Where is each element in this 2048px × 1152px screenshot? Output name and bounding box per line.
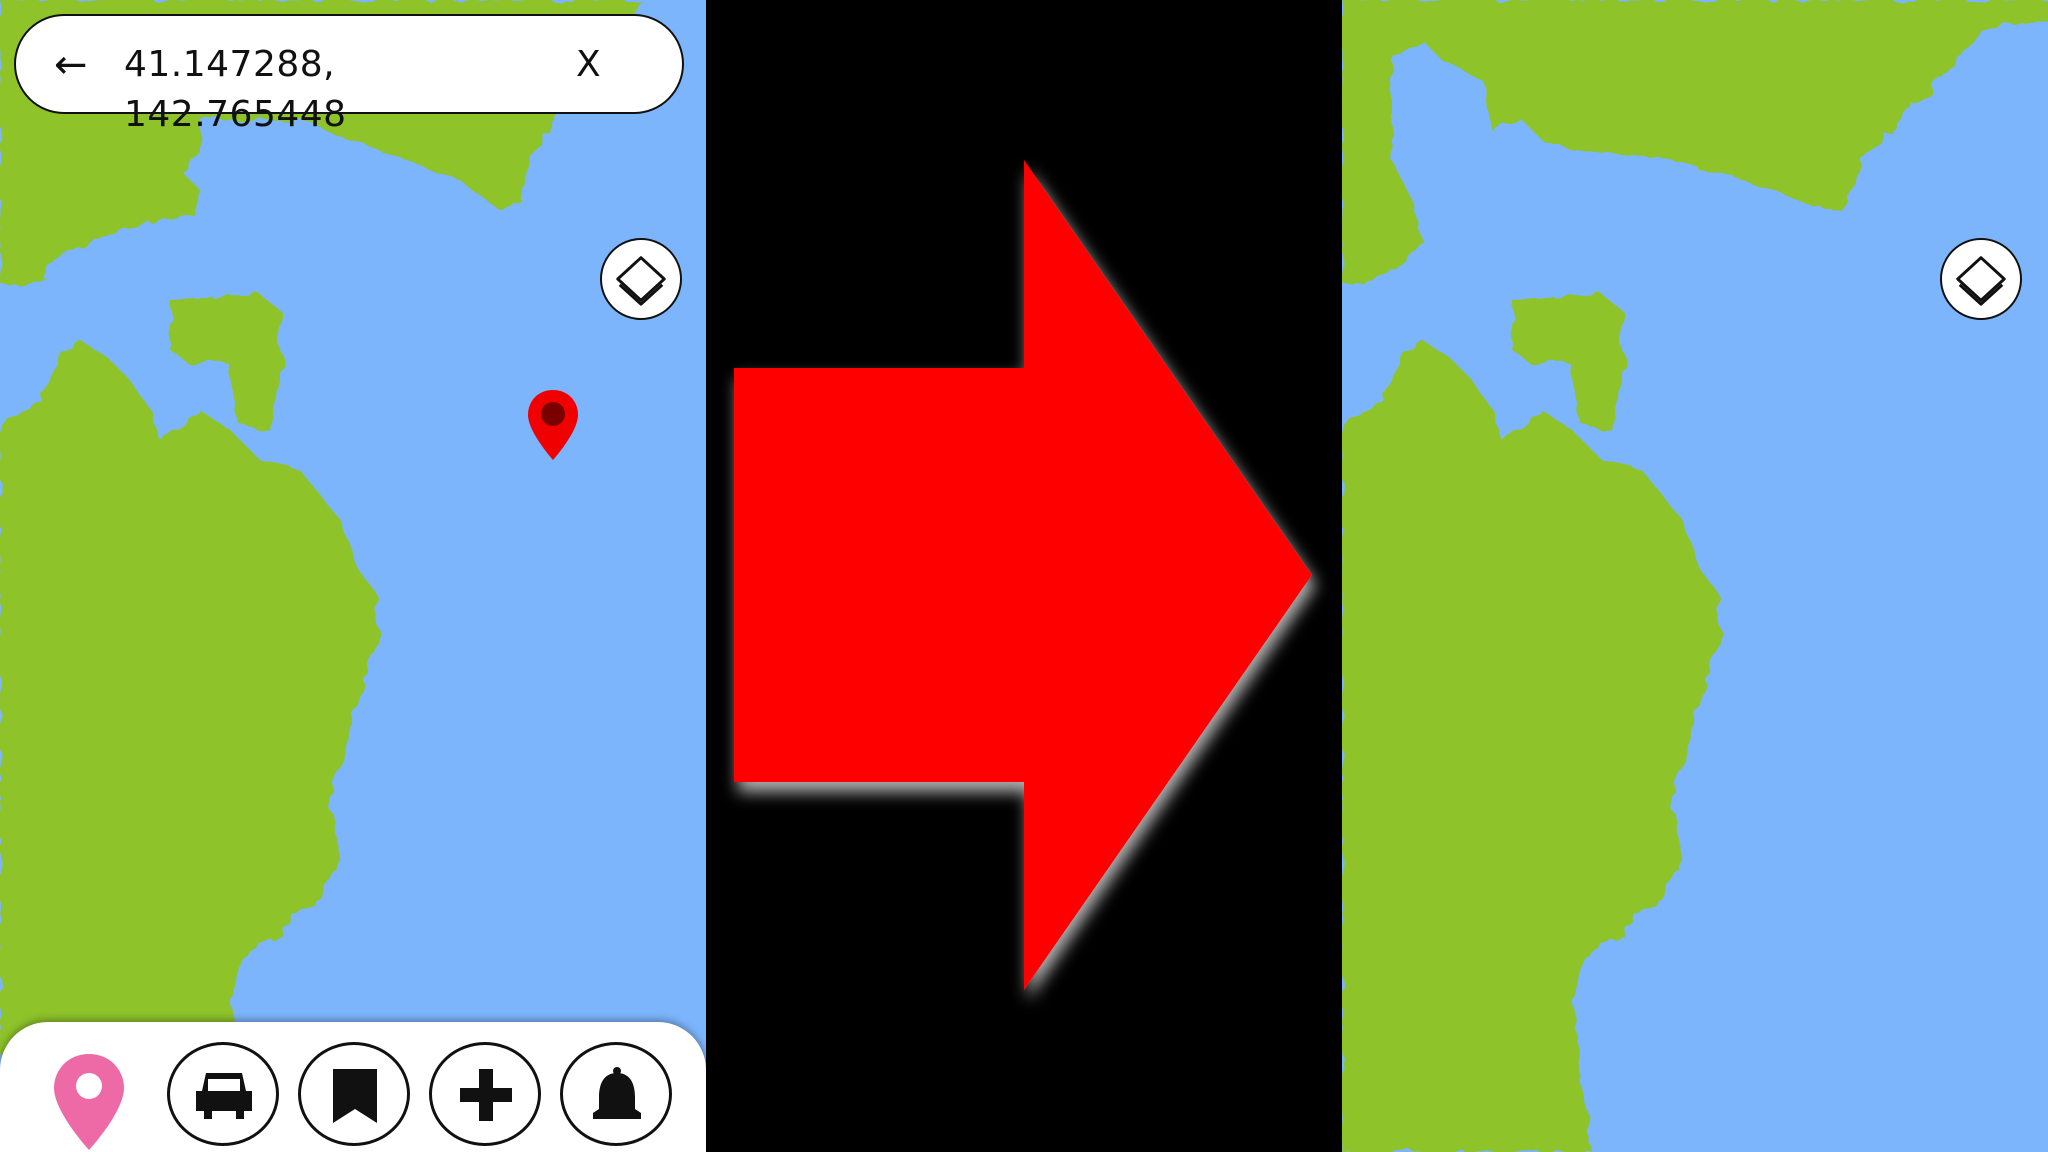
comparison-stage: ← 41.147288, 142.765448 X	[0, 0, 2048, 1152]
layers-button[interactable]	[600, 238, 682, 320]
layers-button-after[interactable]	[1940, 238, 2022, 320]
layers-icon	[1956, 256, 2006, 306]
back-arrow-icon[interactable]: ←	[54, 40, 94, 90]
map-marker-icon[interactable]	[526, 388, 580, 462]
bookmark-icon	[333, 1069, 377, 1123]
close-icon[interactable]: X	[576, 40, 608, 90]
search-bar[interactable]: ← 41.147288, 142.765448 X	[14, 14, 684, 135]
layers-icon	[616, 256, 666, 306]
plus-icon	[460, 1069, 512, 1121]
location-pin-icon[interactable]	[48, 1050, 130, 1152]
bottom-nav-bar	[0, 1022, 706, 1152]
map-view-after[interactable]	[1342, 0, 2048, 1152]
add-button[interactable]	[429, 1042, 541, 1146]
bookmark-button[interactable]	[298, 1042, 410, 1146]
notifications-button[interactable]	[560, 1042, 672, 1146]
car-button[interactable]	[167, 1042, 279, 1146]
right-arrow-icon	[734, 160, 1312, 990]
bell-icon	[593, 1067, 641, 1119]
map-view[interactable]	[0, 0, 706, 1152]
search-input[interactable]: 41.147288, 142.765448	[124, 40, 544, 135]
map-after-panel[interactable]	[1342, 0, 2048, 1152]
map-before-panel[interactable]: ← 41.147288, 142.765448 X	[0, 0, 706, 1152]
car-icon	[196, 1073, 252, 1119]
